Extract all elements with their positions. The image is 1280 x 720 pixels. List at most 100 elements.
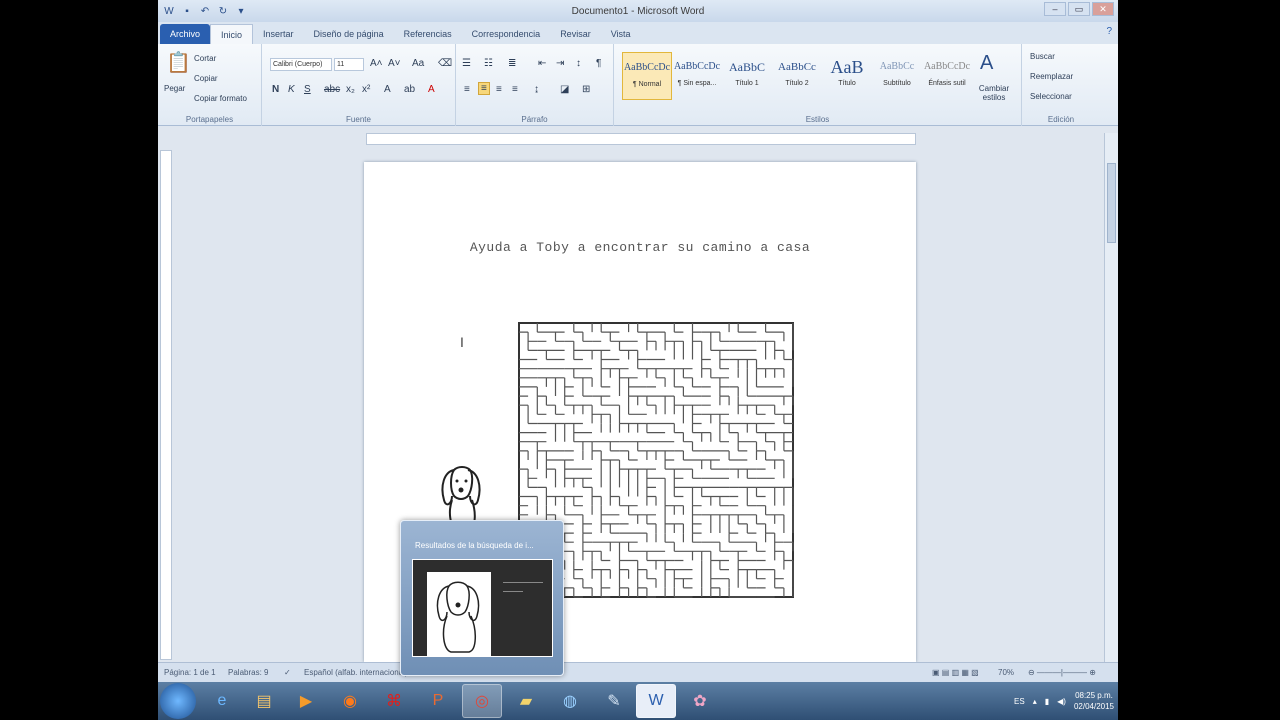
underline-icon[interactable]: S <box>304 84 311 95</box>
font-color-icon[interactable]: A <box>428 84 435 95</box>
borders-icon[interactable]: ⊞ <box>582 84 590 95</box>
font-size-combo[interactable]: 11 <box>334 58 364 71</box>
zoom-level[interactable]: 70% <box>998 668 1014 677</box>
tab-vista[interactable]: Vista <box>601 24 641 44</box>
style-title[interactable]: AaB Título <box>822 52 872 100</box>
style-subtle-emphasis[interactable]: AaBbCcDc Énfasis sutil <box>922 52 972 100</box>
clock[interactable]: 08:25 p.m. 02/04/2015 <box>1074 690 1114 712</box>
grow-font-icon[interactable]: A˄ <box>370 58 383 69</box>
sort-icon[interactable]: ↕ <box>576 58 581 69</box>
italic-icon[interactable]: K <box>288 84 295 95</box>
bold-icon[interactable]: N <box>272 84 279 95</box>
powerpoint-icon[interactable]: P <box>418 684 458 718</box>
align-center-icon[interactable]: ≡ <box>478 82 490 95</box>
app-icon[interactable]: ◍ <box>550 684 590 718</box>
taskbar-thumbnail-popup[interactable]: Resultados de la búsqueda de i... <box>400 520 564 676</box>
cut-button[interactable]: Cortar <box>194 54 216 63</box>
find-button[interactable]: Buscar <box>1030 52 1055 61</box>
text-effects-icon[interactable]: A <box>384 84 391 95</box>
style-sample: AaBbCc <box>879 61 915 72</box>
explorer-icon[interactable]: ▤ <box>244 684 284 718</box>
shrink-font-icon[interactable]: A˅ <box>388 58 401 69</box>
increase-indent-icon[interactable]: ⇥ <box>556 58 564 69</box>
decrease-indent-icon[interactable]: ⇤ <box>538 58 546 69</box>
pilcrow-icon[interactable]: ¶ <box>596 58 601 69</box>
style-sample: AaBbCc <box>778 61 816 73</box>
numbering-icon[interactable]: ☷ <box>484 58 493 69</box>
minimize-button[interactable]: – <box>1044 2 1066 16</box>
change-styles-button[interactable]: Cambiar estilos <box>974 84 1014 102</box>
paste-button[interactable]: Pegar <box>164 84 185 93</box>
style-name: Énfasis sutil <box>928 80 966 87</box>
help-icon[interactable]: ? <box>1106 26 1112 37</box>
firefox-icon[interactable]: ◉ <box>330 684 370 718</box>
paste-icon[interactable]: 📋 <box>166 50 191 75</box>
format-painter-button[interactable]: Copiar formato <box>194 94 247 103</box>
copy-button[interactable]: Copiar <box>194 74 218 83</box>
media-player-icon[interactable]: ▶ <box>286 684 326 718</box>
align-right-icon[interactable]: ≡ <box>496 84 502 95</box>
shading-icon[interactable]: ◪ <box>560 84 569 95</box>
ie-icon[interactable]: e <box>202 684 242 718</box>
clear-format-icon[interactable]: ⌫ <box>438 58 452 69</box>
style-sample: AaBbCcDc <box>673 61 721 72</box>
align-left-icon[interactable]: ≡ <box>464 84 470 95</box>
style-heading-1[interactable]: AaBbC Título 1 <box>722 52 772 100</box>
change-styles-icon[interactable]: A <box>980 52 993 75</box>
close-button[interactable]: ✕ <box>1092 2 1114 16</box>
style-normal[interactable]: AaBbCcDc ¶ Normal <box>622 52 672 100</box>
scrollbar-thumb[interactable] <box>1107 163 1116 243</box>
language-status[interactable]: Español (alfab. internacional) <box>304 668 408 677</box>
tab-insertar[interactable]: Insertar <box>253 24 304 44</box>
replace-button[interactable]: Reemplazar <box>1030 72 1073 81</box>
horizontal-ruler[interactable] <box>366 133 916 145</box>
network-icon[interactable]: ▮ <box>1045 697 1049 706</box>
tray-arrow-icon[interactable]: ▴ <box>1033 697 1037 706</box>
acrobat-icon[interactable]: ⌘ <box>374 684 414 718</box>
start-button[interactable] <box>160 683 196 719</box>
zoom-slider[interactable]: ⊖ ———|——— ⊕ <box>1028 668 1096 677</box>
style-heading-2[interactable]: AaBbCc Título 2 <box>772 52 822 100</box>
maximize-button[interactable]: ▭ <box>1068 2 1090 16</box>
word-taskbar-icon[interactable]: W <box>636 684 676 718</box>
bullets-icon[interactable]: ☰ <box>462 58 471 69</box>
tab-diseno-pagina[interactable]: Diseño de página <box>304 24 394 44</box>
spellcheck-icon[interactable]: ✓ <box>284 668 291 677</box>
thumbnail-preview[interactable] <box>412 559 553 657</box>
tab-correspondencia[interactable]: Correspondencia <box>462 24 551 44</box>
highlight-icon[interactable]: ab <box>404 84 415 95</box>
system-tray: ES ▴ ▮ ◀) 08:25 p.m. 02/04/2015 <box>1014 686 1114 716</box>
tab-revisar[interactable]: Revisar <box>550 24 601 44</box>
tab-referencias[interactable]: Referencias <box>394 24 462 44</box>
tab-archivo[interactable]: Archivo <box>160 24 211 44</box>
vertical-scrollbar[interactable] <box>1104 133 1118 663</box>
tab-inicio[interactable]: Inicio <box>210 24 254 44</box>
window-title: Documento1 - Microsoft Word <box>571 5 705 17</box>
editing-group: Buscar Reemplazar Seleccionar Edición <box>1022 44 1100 126</box>
superscript-icon[interactable]: x² <box>362 84 370 95</box>
line-spacing-icon[interactable]: ↨ <box>534 84 539 95</box>
style-no-spacing[interactable]: AaBbCcDc ¶ Sin espa... <box>672 52 722 100</box>
multilevel-list-icon[interactable]: ≣ <box>508 58 516 69</box>
ribbon: 📋 Pegar Cortar Copiar Copiar formato Por… <box>158 44 1118 126</box>
volume-icon[interactable]: ◀) <box>1057 697 1066 706</box>
paint-icon[interactable]: ✿ <box>680 684 720 718</box>
text-cursor: I <box>460 334 464 350</box>
font-name-combo[interactable]: Calibri (Cuerpo) <box>270 58 332 71</box>
vertical-ruler[interactable] <box>160 150 172 660</box>
select-button[interactable]: Seleccionar <box>1030 92 1072 101</box>
document-heading[interactable]: Ayuda a Toby a encontrar su camino a cas… <box>364 240 916 255</box>
strikethrough-icon[interactable]: abc <box>324 84 340 95</box>
change-case-icon[interactable]: Aa <box>412 58 424 69</box>
view-buttons[interactable]: ▣ ▤ ▥ ▦ ▧ <box>932 668 979 677</box>
tool-icon[interactable]: ✎ <box>594 684 634 718</box>
word-count[interactable]: Palabras: 9 <box>228 668 268 677</box>
folder-icon[interactable]: ▰ <box>506 684 546 718</box>
clock-date: 02/04/2015 <box>1073 702 1114 711</box>
page-count[interactable]: Página: 1 de 1 <box>164 668 216 677</box>
language-indicator[interactable]: ES <box>1014 697 1025 706</box>
subscript-icon[interactable]: x₂ <box>346 84 355 95</box>
justify-icon[interactable]: ≡ <box>512 84 518 95</box>
chrome-icon[interactable]: ◎ <box>462 684 502 718</box>
style-subtitle[interactable]: AaBbCc Subtítulo <box>872 52 922 100</box>
